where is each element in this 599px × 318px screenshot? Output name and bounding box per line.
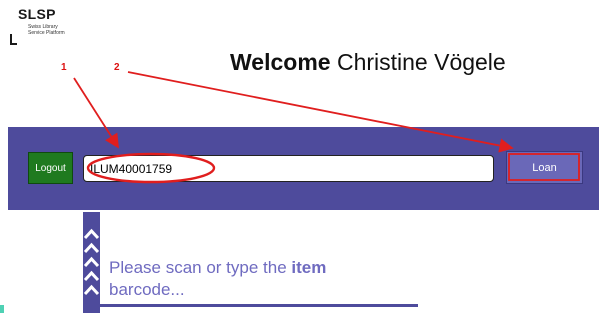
user-name: Christine Vögele (336, 49, 506, 75)
logout-button[interactable]: Logout (28, 152, 73, 184)
hint-prefix: Please scan or type the (109, 258, 292, 277)
barcode-input[interactable] (83, 155, 494, 182)
hint-underline (100, 304, 418, 307)
annotation-label-1: 1 (61, 62, 67, 73)
logo-corner-mark (10, 34, 17, 45)
welcome-heading: Welcome Christine Vögele (230, 49, 506, 76)
edge-marker (0, 305, 4, 313)
logo-name: SLSP (18, 6, 56, 22)
logo-subtitle-line2: Service Platform (28, 30, 65, 36)
hint-suffix: barcode... (109, 280, 185, 299)
scan-chevron-strip (83, 212, 100, 313)
chevron-up-icon (83, 228, 100, 296)
loan-button[interactable]: Loan (506, 151, 583, 184)
welcome-word: Welcome (230, 49, 331, 75)
scan-instructions: Please scan or type the item barcode... (109, 257, 409, 301)
slsp-logo: SLSP Swiss Library Service Platform (10, 6, 70, 46)
annotation-label-2: 2 (114, 62, 120, 73)
hint-keyword: item (291, 258, 327, 277)
